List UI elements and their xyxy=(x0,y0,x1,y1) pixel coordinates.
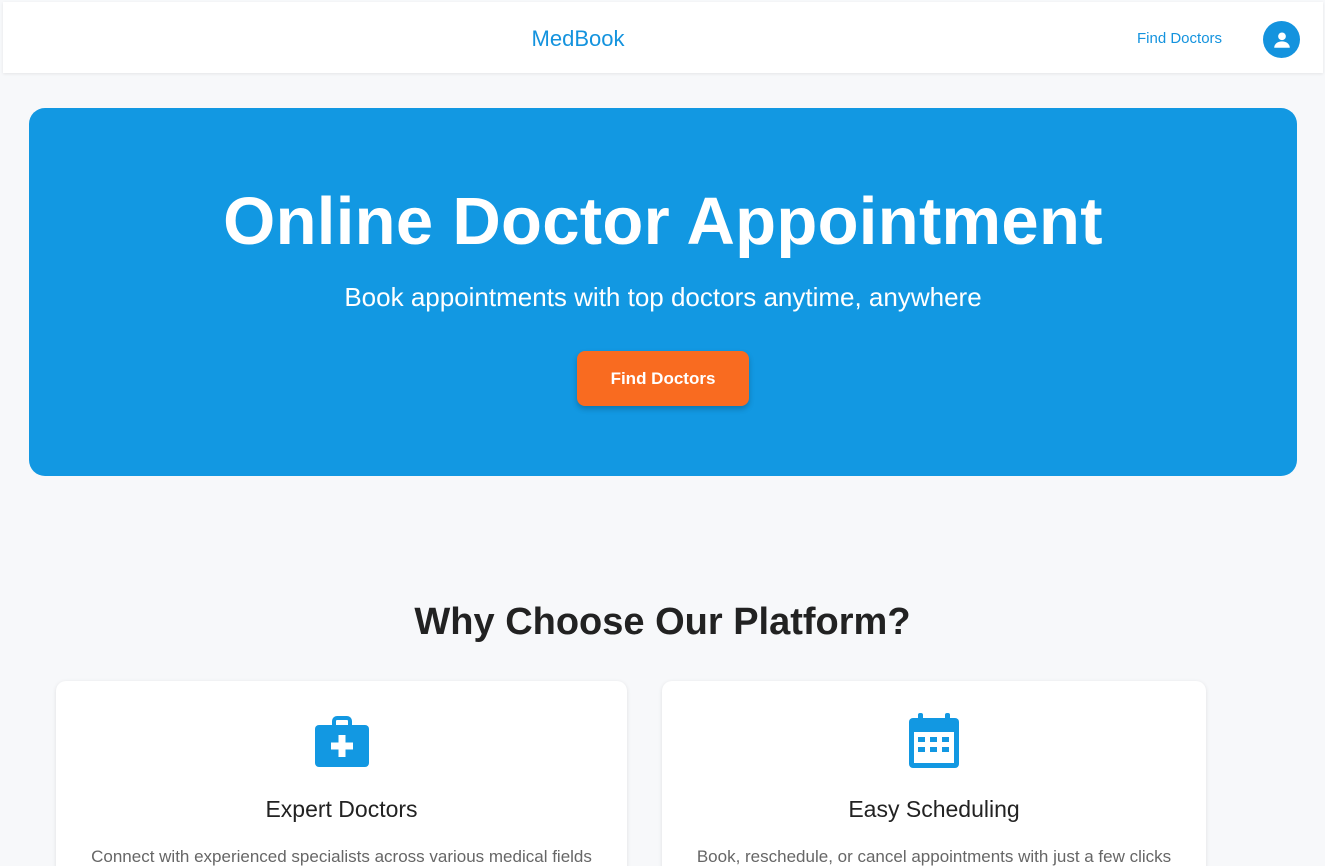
feature-card-easy-scheduling: Easy Scheduling Book, reschedule, or can… xyxy=(662,681,1206,866)
calendar-icon xyxy=(909,713,959,768)
features-title: Why Choose Our Platform? xyxy=(414,601,911,643)
navbar: MedBook Find Doctors xyxy=(3,2,1323,73)
hero-title: Online Doctor Appointment xyxy=(223,184,1103,259)
hero-banner: Online Doctor Appointment Book appointme… xyxy=(29,108,1297,476)
user-icon xyxy=(1273,31,1290,48)
hero-subtitle: Book appointments with top doctors anyti… xyxy=(344,282,982,312)
medical-kit-icon xyxy=(314,716,369,767)
feature-card-description: Connect with experienced specialists acr… xyxy=(91,847,592,866)
nav-find-doctors-link[interactable]: Find Doctors xyxy=(1137,30,1222,47)
user-avatar-button[interactable] xyxy=(1263,21,1300,58)
find-doctors-button[interactable]: Find Doctors xyxy=(577,351,749,406)
feature-card-description: Book, reschedule, or cancel appointments… xyxy=(696,847,1172,866)
feature-card-title: Easy Scheduling xyxy=(848,796,1020,822)
brand-logo[interactable]: MedBook xyxy=(3,26,1153,52)
feature-card-title: Expert Doctors xyxy=(265,796,418,822)
feature-card-expert-doctors: Expert Doctors Connect with experienced … xyxy=(56,681,627,866)
